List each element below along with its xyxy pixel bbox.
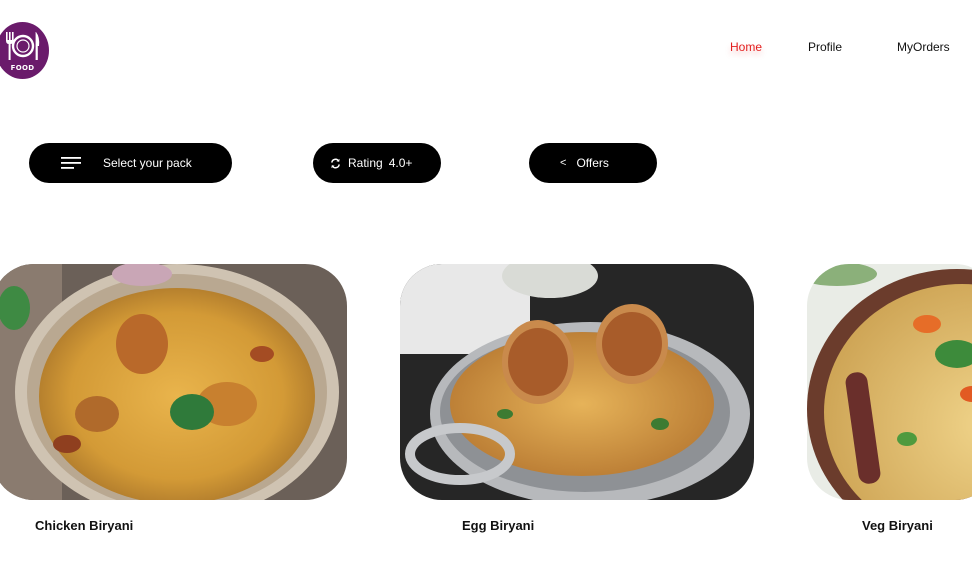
logo-text: FOOD <box>10 64 35 72</box>
plate-cutlery-icon <box>5 32 39 60</box>
dish-title-chicken-biryani: Chicken Biryani <box>35 518 134 533</box>
rating-filter-button[interactable]: Rating 4.0+ <box>313 143 441 183</box>
chevron-left-icon: < <box>560 157 567 169</box>
food-logo[interactable]: FOOD <box>0 22 49 79</box>
rating-value: 4.0+ <box>388 156 413 170</box>
nav-profile[interactable]: Profile <box>808 40 842 56</box>
menu-lines-icon <box>61 157 81 169</box>
select-pack-button[interactable]: Select your pack <box>29 143 232 183</box>
refresh-icon <box>330 158 341 169</box>
offers-label: Offers <box>576 156 609 170</box>
offers-button[interactable]: < Offers <box>529 143 657 183</box>
nav-home[interactable]: Home <box>730 40 762 56</box>
chicken-biryani-image[interactable] <box>0 264 347 500</box>
rating-label: Rating <box>348 156 383 170</box>
dish-title-veg-biryani: Veg Biryani <box>862 518 933 533</box>
select-pack-label: Select your pack <box>103 156 192 170</box>
dish-title-egg-biryani: Egg Biryani <box>462 518 535 533</box>
nav-my-orders[interactable]: MyOrders <box>897 40 950 56</box>
egg-biryani-image[interactable] <box>400 264 754 500</box>
veg-biryani-image[interactable] <box>807 264 972 500</box>
